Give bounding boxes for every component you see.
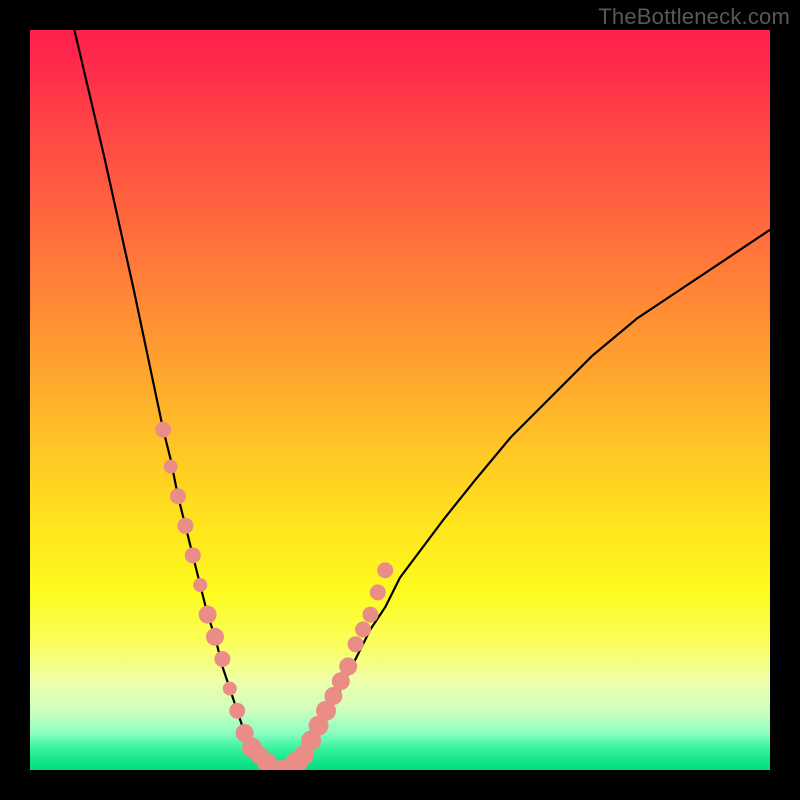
marker-dot <box>348 636 364 652</box>
marker-dot <box>229 703 245 719</box>
marker-dot <box>206 628 224 646</box>
marker-dot <box>355 621 371 637</box>
marker-dot <box>370 584 386 600</box>
curve-layer <box>30 30 770 770</box>
marker-dot <box>339 657 357 675</box>
marker-dot <box>185 547 201 563</box>
watermark-text: TheBottleneck.com <box>598 4 790 30</box>
chart-frame: TheBottleneck.com <box>0 0 800 800</box>
marker-dot <box>214 651 230 667</box>
marker-dot <box>199 606 217 624</box>
marker-dots-group <box>155 422 393 770</box>
marker-dot <box>362 607 378 623</box>
marker-dot <box>155 422 171 438</box>
bottleneck-curve-path <box>74 30 770 770</box>
marker-dot <box>164 460 178 474</box>
marker-dot <box>170 488 186 504</box>
marker-dot <box>177 518 193 534</box>
marker-dot <box>193 578 207 592</box>
marker-dot <box>223 682 237 696</box>
marker-dot <box>377 562 393 578</box>
